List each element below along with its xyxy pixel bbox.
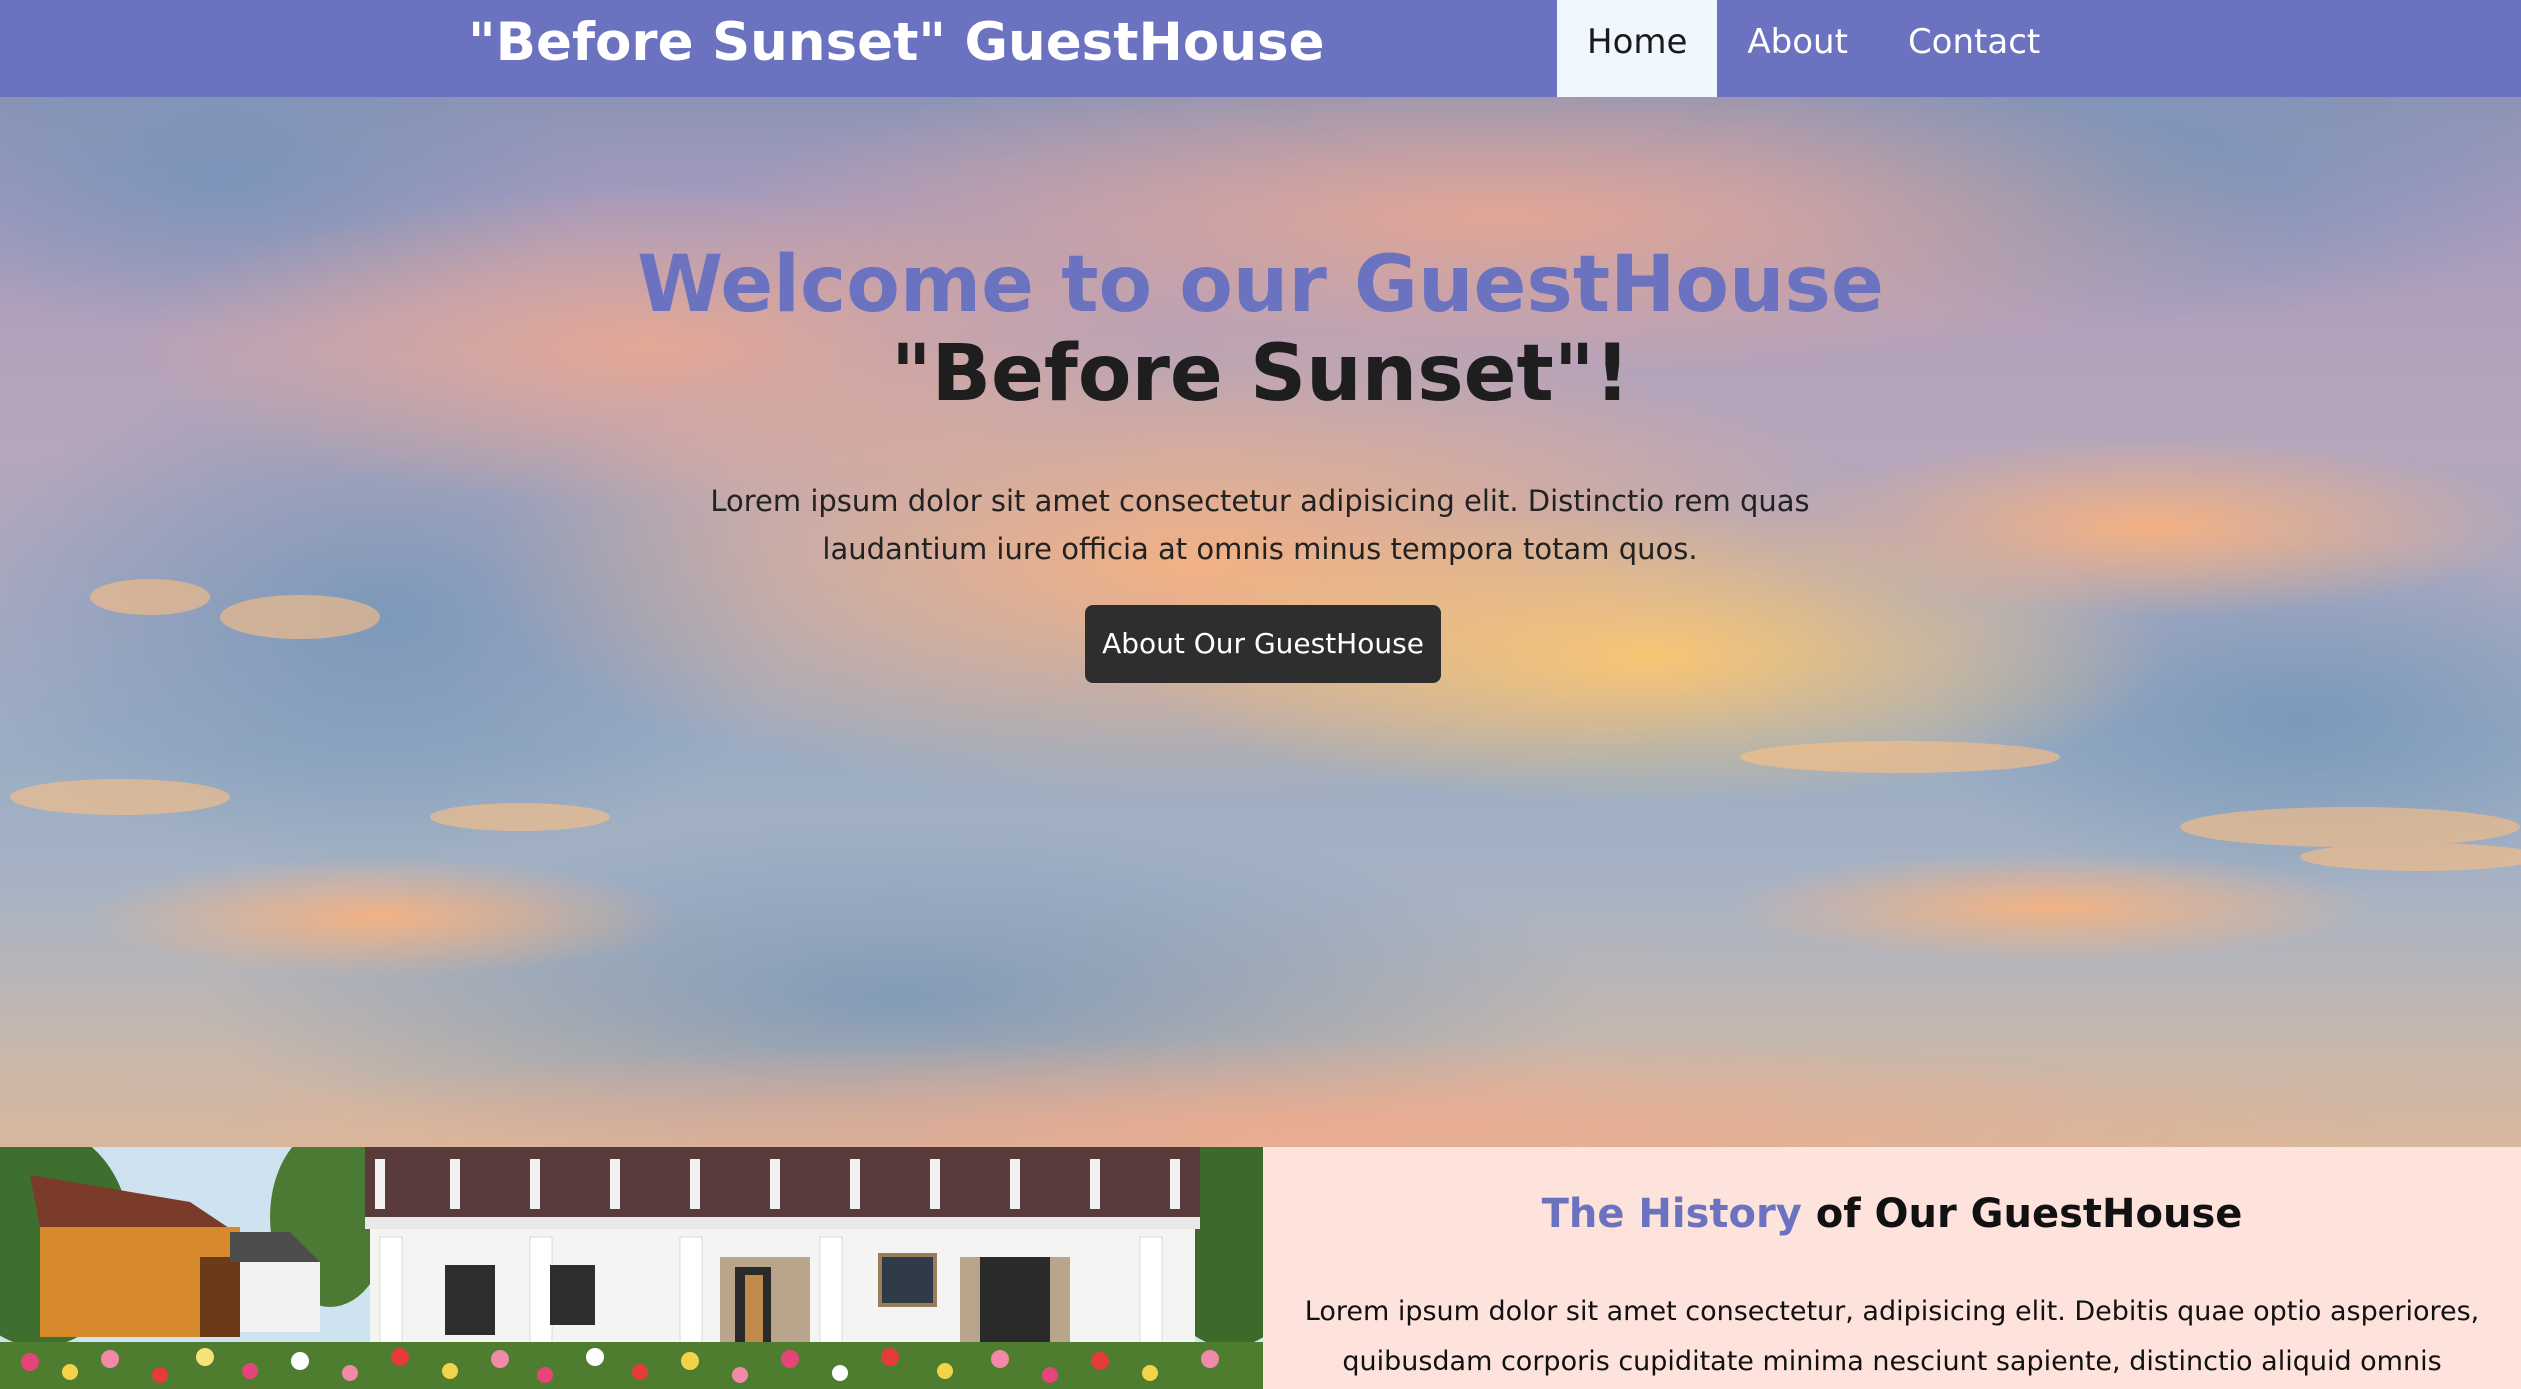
about-guesthouse-button[interactable]: About Our GuestHouse (1085, 605, 1441, 683)
hero-description: Lorem ipsum dolor sit amet consectetur a… (710, 484, 1810, 566)
nav-link-home[interactable]: Home (1557, 0, 1718, 97)
history-heading-accent: The History (1541, 1191, 1802, 1237)
hero-title-line2: "Before Sunset"! (890, 329, 1631, 419)
nav-link-about[interactable]: About (1717, 0, 1878, 97)
history-description: Lorem ipsum dolor sit amet consectetur, … (1304, 1296, 2480, 1377)
nav-link-contact[interactable]: Contact (1878, 0, 2070, 97)
history-section: The History of Our GuestHouse Lorem ipsu… (1263, 1147, 2521, 1389)
navbar: "Before Sunset" GuestHouse Home About Co… (0, 0, 2521, 97)
site-brand[interactable]: "Before Sunset" GuestHouse (468, 0, 1325, 97)
hero-title-line1: Welcome to our GuestHouse (637, 240, 1884, 330)
guesthouse-photo (0, 1147, 1263, 1389)
nav-links: Home About Contact (1557, 0, 2070, 97)
guesthouse-illustration (0, 1147, 1263, 1389)
history-heading: The History of Our GuestHouse (1263, 1191, 2521, 1237)
history-heading-rest: of Our GuestHouse (1801, 1191, 2243, 1237)
hero-section: Welcome to our GuestHouse "Before Sunset… (0, 97, 2521, 1147)
